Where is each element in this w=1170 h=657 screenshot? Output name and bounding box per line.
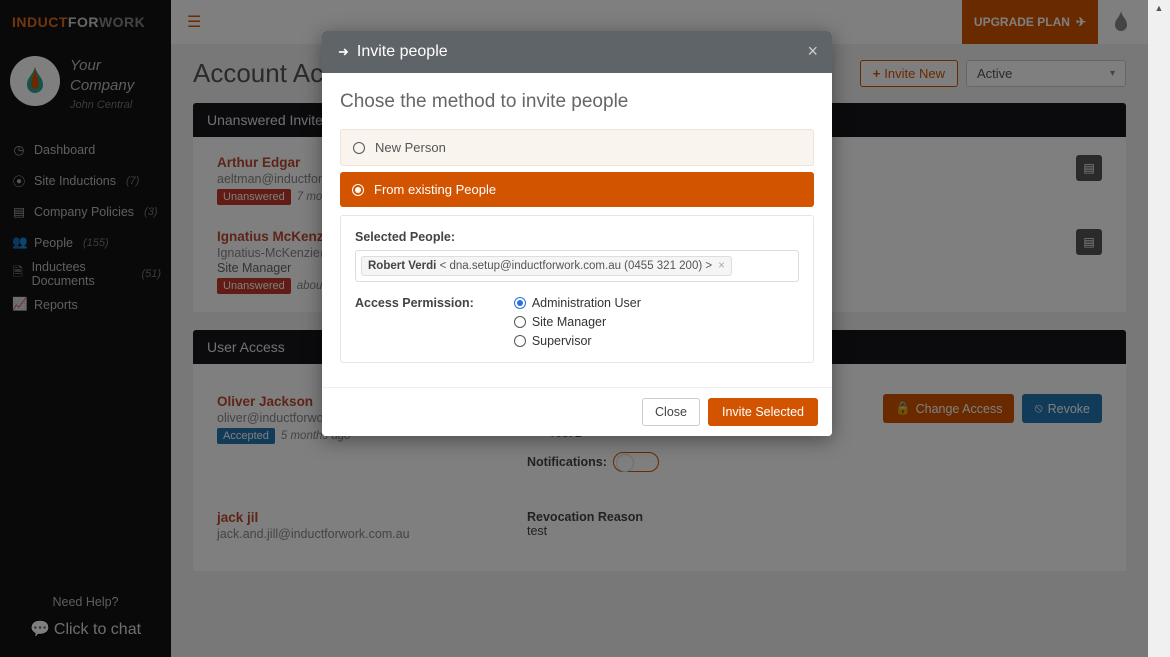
invite-selected-button[interactable]: Invite Selected bbox=[708, 398, 818, 426]
radio-icon bbox=[352, 184, 364, 196]
token-name: Robert Verdi bbox=[368, 260, 436, 272]
method-title: Chose the method to invite people bbox=[340, 91, 814, 113]
option-from-existing[interactable]: From existing People bbox=[340, 172, 814, 207]
perm-sup-label: Supervisor bbox=[532, 334, 592, 348]
token-remove-icon[interactable]: × bbox=[718, 260, 725, 272]
person-token: Robert Verdi < dna.setup@inductforwork.c… bbox=[361, 256, 732, 276]
radio-icon bbox=[514, 335, 526, 347]
option-from-existing-label: From existing People bbox=[374, 182, 496, 197]
selected-people-label: Selected People: bbox=[355, 230, 799, 244]
perm-supervisor-option[interactable]: Supervisor bbox=[514, 334, 641, 348]
login-icon: ➜ bbox=[338, 44, 349, 60]
token-detail: < dna.setup@inductforwork.com.au (0455 3… bbox=[436, 260, 712, 272]
modal-header: ➜ Invite people × bbox=[322, 31, 832, 73]
scroll-up-icon[interactable]: ▲ bbox=[1151, 0, 1167, 16]
selected-people-input[interactable]: Robert Verdi < dna.setup@inductforwork.c… bbox=[355, 250, 799, 282]
modal-title: Invite people bbox=[357, 43, 448, 61]
radio-icon bbox=[514, 316, 526, 328]
option-new-person-label: New Person bbox=[375, 140, 446, 155]
access-permission-label: Access Permission: bbox=[355, 296, 474, 310]
existing-people-panel: Selected People: Robert Verdi < dna.setu… bbox=[340, 215, 814, 363]
scrollbar[interactable]: ▲ bbox=[1148, 0, 1170, 657]
perm-site-label: Site Manager bbox=[532, 315, 606, 329]
close-icon[interactable]: × bbox=[807, 41, 818, 62]
invite-people-modal: ➜ Invite people × Chose the method to in… bbox=[322, 31, 832, 436]
perm-admin-label: Administration User bbox=[532, 296, 641, 310]
perm-site-manager-option[interactable]: Site Manager bbox=[514, 315, 641, 329]
perm-admin-option[interactable]: Administration User bbox=[514, 296, 641, 310]
option-new-person[interactable]: New Person bbox=[340, 129, 814, 166]
radio-icon bbox=[514, 297, 526, 309]
close-button[interactable]: Close bbox=[642, 398, 700, 426]
modal-footer: Close Invite Selected bbox=[322, 387, 832, 436]
radio-icon bbox=[353, 142, 365, 154]
